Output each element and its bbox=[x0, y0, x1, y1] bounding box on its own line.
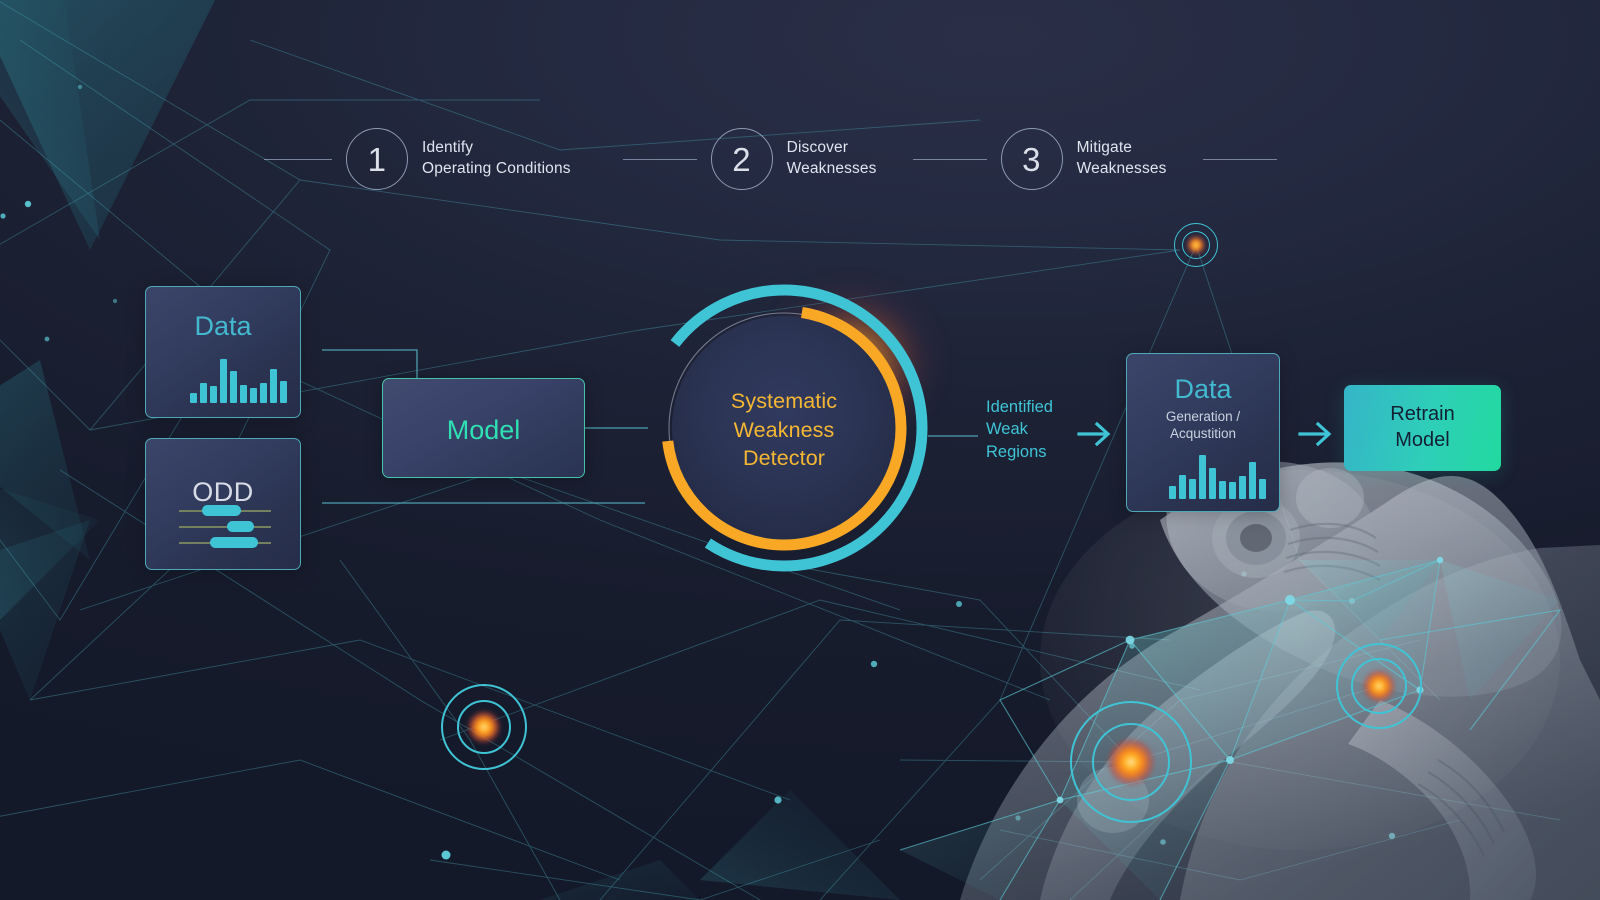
step-number-1: 1 bbox=[367, 140, 387, 178]
slider-knob-2[interactable] bbox=[210, 537, 259, 548]
target-marker-top-right[interactable] bbox=[1174, 223, 1218, 267]
target-marker-left[interactable] bbox=[441, 684, 527, 770]
pipeline-diagram: 1 Identify Operating Conditions 2 Discov… bbox=[0, 0, 1600, 900]
card-model[interactable]: Model bbox=[382, 378, 585, 478]
bar-9 bbox=[1259, 478, 1266, 499]
robot-polygon-overlay bbox=[900, 560, 1560, 900]
bar-chart-icon bbox=[1169, 455, 1266, 499]
bar-chart-icon bbox=[190, 359, 287, 403]
bar-7 bbox=[1239, 476, 1246, 499]
step-progress-header: 1 Identify Operating Conditions 2 Discov… bbox=[0, 120, 1600, 198]
card-data-generation-title: Data bbox=[1174, 374, 1232, 404]
slider-knob-1[interactable] bbox=[226, 521, 255, 532]
bar-1 bbox=[200, 383, 207, 403]
bar-9 bbox=[280, 381, 287, 403]
bar-2 bbox=[1189, 479, 1196, 499]
card-data-generation-subtitle: Generation / Acqustition bbox=[1165, 409, 1241, 441]
arrow-right-icon-2 bbox=[1296, 418, 1338, 455]
card-odd[interactable]: ODD bbox=[145, 438, 301, 570]
step-circle-2[interactable]: 2 bbox=[710, 128, 773, 190]
bar-8 bbox=[270, 368, 277, 403]
step-rule-0 bbox=[264, 158, 332, 160]
step-number-2: 2 bbox=[732, 140, 752, 178]
connector-data-to-model bbox=[322, 349, 418, 378]
sliders-icon bbox=[179, 504, 271, 552]
step-circle-3[interactable]: 3 bbox=[1000, 128, 1063, 190]
slider-row-0[interactable] bbox=[179, 504, 271, 517]
bar-5 bbox=[240, 385, 247, 403]
bar-7 bbox=[260, 382, 267, 403]
bar-1 bbox=[1179, 474, 1186, 499]
card-data-generation[interactable]: Data Generation / Acqustition bbox=[1126, 353, 1280, 512]
slider-row-1[interactable] bbox=[179, 520, 271, 533]
retrain-model-button[interactable]: Retrain Model bbox=[1344, 385, 1501, 471]
step-number-3: 3 bbox=[1022, 140, 1041, 178]
step-label-3: Mitigate Weaknesses bbox=[1076, 139, 1167, 177]
step-rule-3 bbox=[1202, 158, 1277, 160]
target-marker-robot-center[interactable] bbox=[1070, 701, 1192, 823]
step-rule-2 bbox=[912, 158, 987, 160]
poly-cluster-bottom bbox=[540, 790, 900, 900]
systematic-weakness-detector[interactable]: Systematic Weakness Detector bbox=[638, 274, 946, 574]
bar-4 bbox=[1209, 468, 1216, 499]
bar-0 bbox=[190, 393, 197, 403]
bar-4 bbox=[230, 371, 237, 403]
card-data-input-title: Data bbox=[194, 311, 252, 341]
bar-5 bbox=[1219, 480, 1226, 499]
step-label-2: Discover Weaknesses bbox=[786, 139, 877, 177]
bar-2 bbox=[210, 386, 217, 403]
slider-knob-0[interactable] bbox=[202, 505, 241, 516]
step-label-1: Identify Operating Conditions bbox=[422, 139, 571, 177]
bar-8 bbox=[1249, 462, 1256, 499]
step-rule-1 bbox=[622, 158, 697, 160]
bar-6 bbox=[250, 388, 257, 403]
bar-0 bbox=[1169, 485, 1176, 499]
arrow-right-icon-1 bbox=[1075, 418, 1117, 455]
bar-3 bbox=[220, 359, 227, 403]
slider-track-1 bbox=[179, 526, 271, 528]
step-circle-1[interactable]: 1 bbox=[346, 128, 408, 190]
card-model-title: Model bbox=[446, 415, 521, 445]
card-data-input[interactable]: Data bbox=[145, 286, 301, 418]
bar-3 bbox=[1199, 455, 1206, 499]
bar-6 bbox=[1229, 482, 1236, 499]
detector-label: Systematic Weakness Detector bbox=[730, 389, 838, 471]
target-marker-robot-right[interactable] bbox=[1336, 643, 1422, 729]
slider-row-2[interactable] bbox=[179, 536, 271, 549]
retrain-model-label: Retrain Model bbox=[1390, 403, 1455, 451]
